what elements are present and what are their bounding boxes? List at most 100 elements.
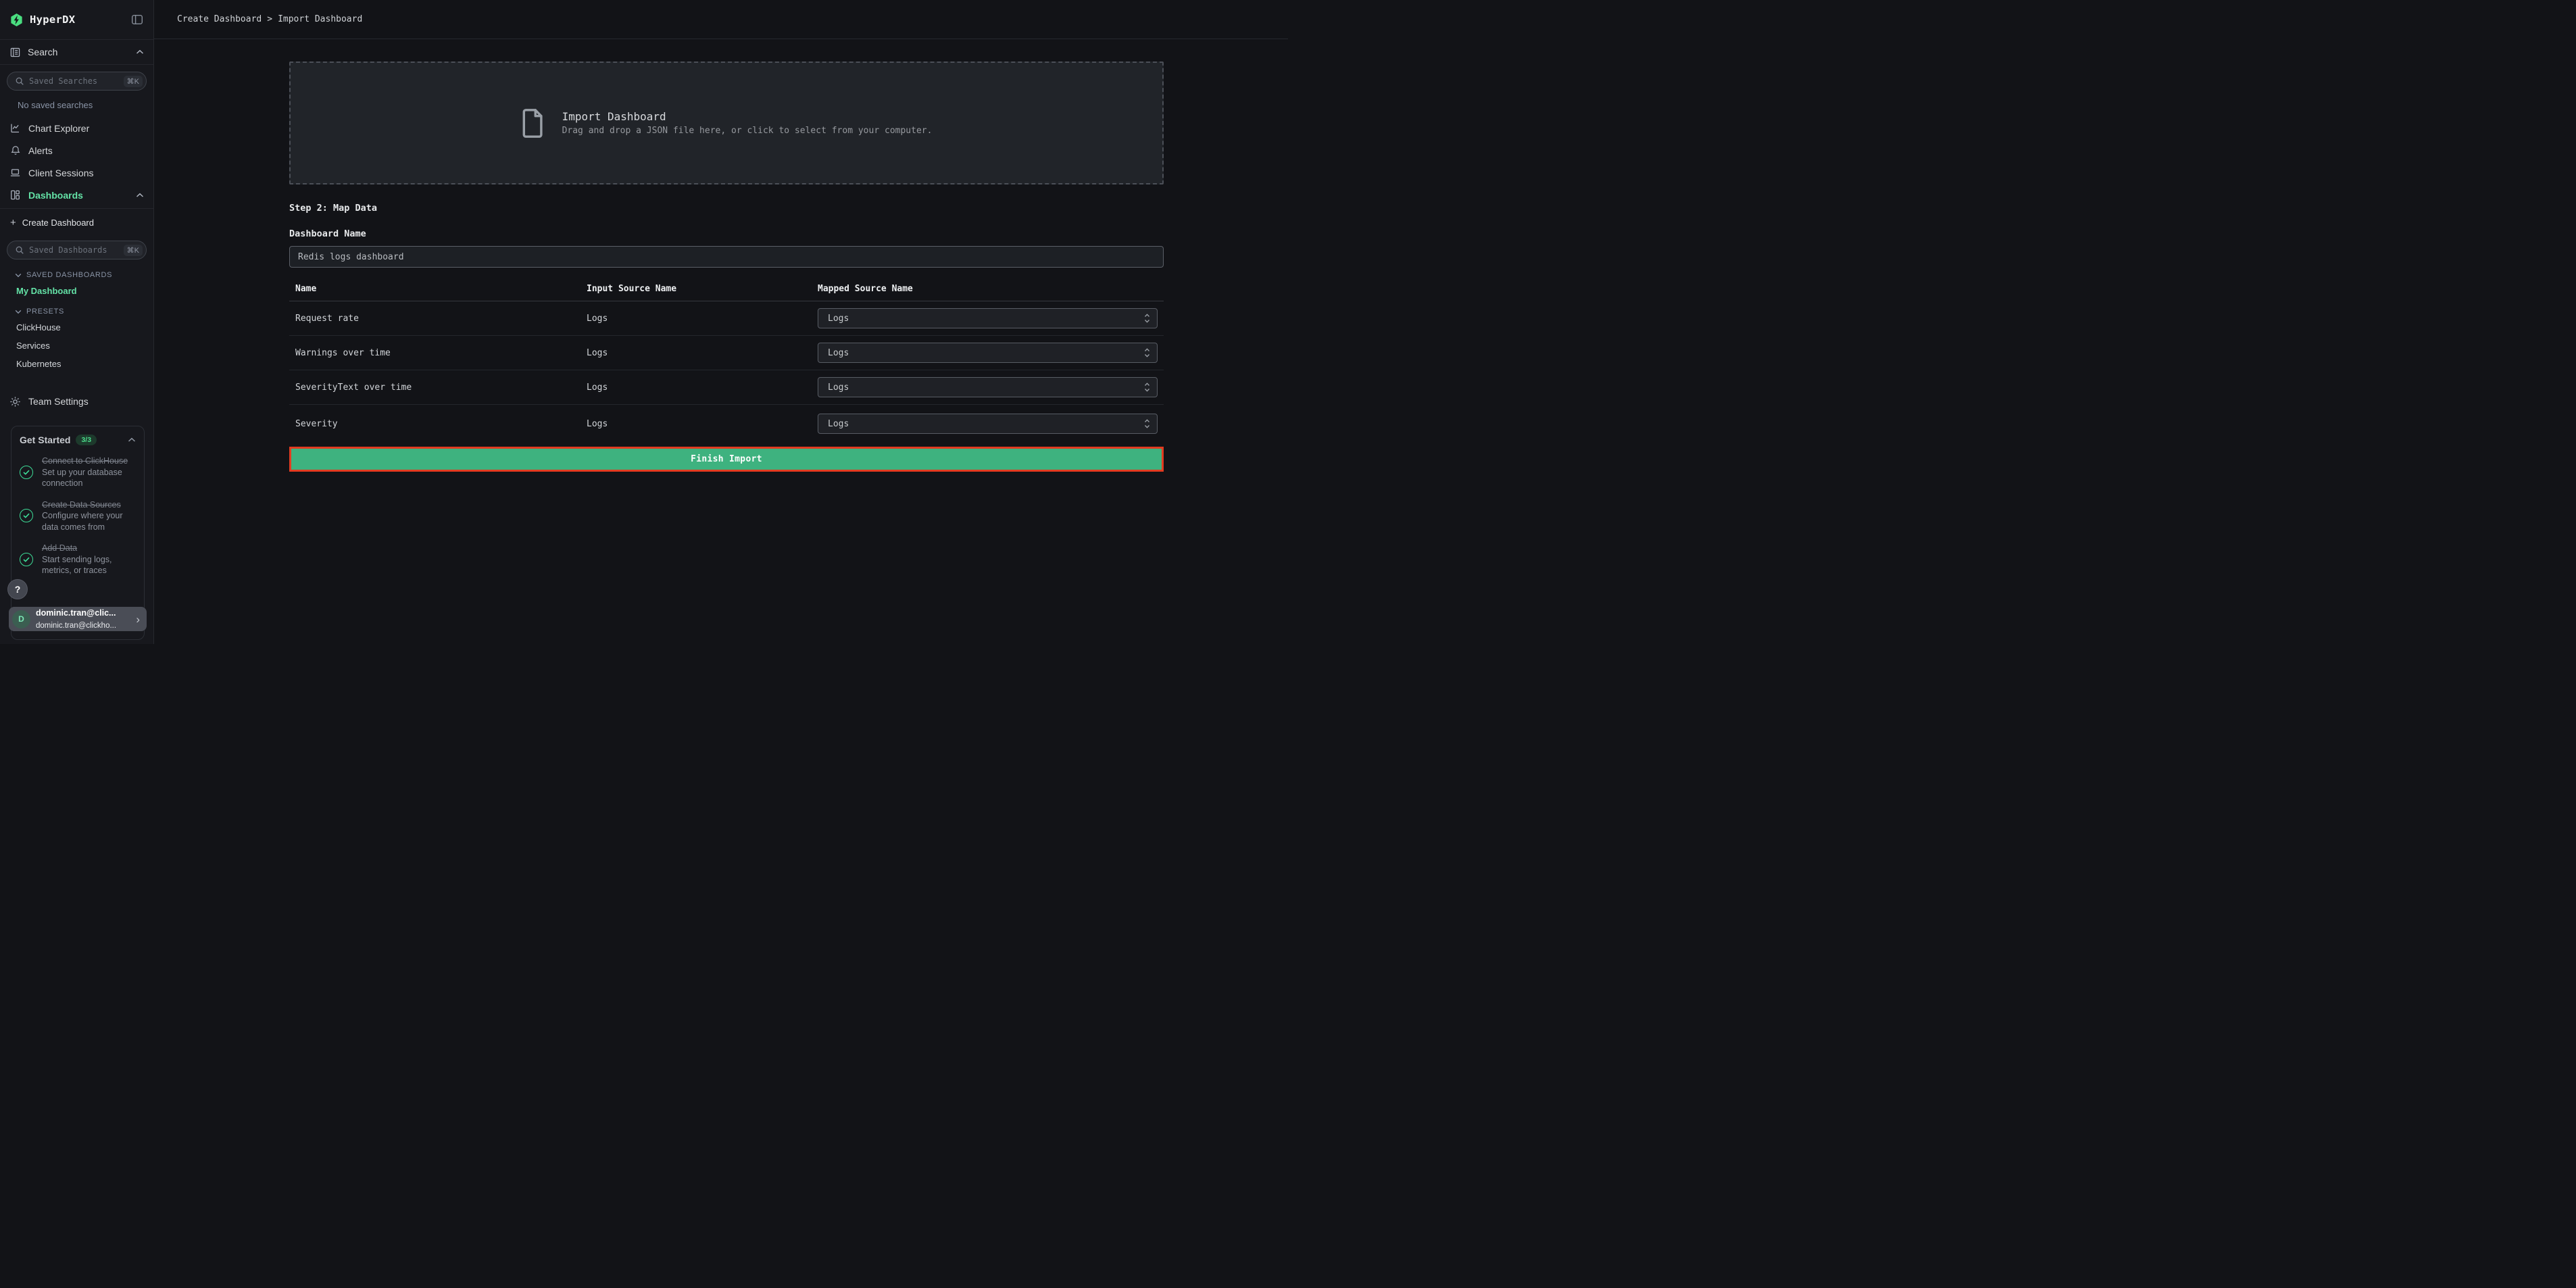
search-icon (15, 245, 24, 255)
checklist-item-sources[interactable]: Create Data Sources Configure where your… (20, 499, 136, 533)
chevron-up-icon (128, 437, 136, 443)
select-chevrons-icon (1144, 382, 1150, 393)
dashboard-name-input[interactable] (289, 246, 1164, 268)
checklist-desc: Set up your database connection (42, 468, 122, 489)
bell-icon (9, 145, 21, 156)
breadcrumb-create-dashboard[interactable]: Create Dashboard (177, 14, 262, 24)
table-row: SeverityText over time Logs Logs (289, 370, 1164, 405)
finish-import-button[interactable]: Finish Import (289, 447, 1164, 472)
create-dashboard-button[interactable]: + Create Dashboard (0, 211, 153, 234)
sidebar-item-services[interactable]: Services (0, 337, 153, 355)
mapped-source-select[interactable]: Logs (818, 343, 1158, 363)
select-chevrons-icon (1144, 418, 1150, 429)
dashboard-icon (9, 189, 21, 201)
sidebar-nav: Chart Explorer Alerts Client Sessions (0, 117, 153, 209)
sidebar-item-kubernetes[interactable]: Kubernetes (0, 355, 153, 373)
user-email: dominic.tran@clickho... (36, 622, 116, 630)
laptop-icon (9, 167, 21, 178)
sidebar-item-my-dashboard[interactable]: My Dashboard (0, 282, 153, 300)
main-area: Create Dashboard > Import Dashboard Impo… (154, 0, 1288, 472)
cell-name: Request rate (295, 314, 587, 324)
checklist-title: Add Data (42, 543, 77, 553)
sidebar-item-client-sessions[interactable]: Client Sessions (0, 162, 153, 184)
import-dashboard-panel: Import Dashboard Drag and drop a JSON fi… (289, 39, 1164, 472)
column-header-mapped-source: Mapped Source Name (818, 284, 1164, 294)
select-value: Logs (828, 348, 849, 358)
sidebar-item-chart-explorer[interactable]: Chart Explorer (0, 117, 153, 139)
checklist-title: Connect to ClickHouse (42, 456, 128, 466)
checklist-item-connect[interactable]: Connect to ClickHouse Set up your databa… (20, 455, 136, 489)
check-circle-icon (20, 509, 33, 522)
sidebar-item-team-settings[interactable]: Team Settings (0, 388, 153, 415)
search-section-icon (9, 47, 21, 58)
dropzone-subtitle: Drag and drop a JSON file here, or click… (562, 126, 933, 136)
mapped-source-select[interactable]: Logs (818, 377, 1158, 397)
table-row: Warnings over time Logs Logs (289, 336, 1164, 370)
dashboard-name-label: Dashboard Name (289, 228, 1164, 239)
sidebar-section-search[interactable]: Search (0, 39, 153, 65)
mapped-source-select[interactable]: Logs (818, 414, 1158, 434)
saved-searches-placeholder: Saved Searches (29, 76, 119, 86)
saved-searches-input[interactable]: Saved Searches ⌘K (7, 72, 147, 91)
select-value: Logs (828, 314, 849, 324)
plus-icon: + (10, 218, 16, 228)
select-chevrons-icon (1144, 347, 1150, 358)
cell-name: Warnings over time (295, 348, 587, 358)
create-dashboard-label: Create Dashboard (22, 218, 94, 228)
step-title: Step 2: Map Data (289, 203, 1164, 214)
cell-input-source: Logs (587, 419, 818, 429)
checklist-desc: Start sending logs, metrics, or traces (42, 555, 112, 576)
chevron-down-icon (15, 273, 22, 278)
shortcut-badge: ⌘K (124, 76, 143, 87)
column-header-input-source: Input Source Name (587, 284, 818, 294)
select-chevrons-icon (1144, 313, 1150, 324)
sidebar-item-alerts[interactable]: Alerts (0, 139, 153, 162)
no-saved-searches-note: No saved searches (0, 95, 153, 112)
search-icon (15, 76, 24, 86)
chevron-up-icon (136, 49, 144, 55)
saved-dashboards-group-header[interactable]: SAVED DASHBOARDS (0, 264, 153, 282)
dropzone-title: Import Dashboard (562, 110, 666, 123)
team-settings-label: Team Settings (28, 396, 89, 407)
sidebar: HyperDX Search Sa (0, 0, 154, 644)
file-icon (521, 107, 546, 139)
shortcut-badge: ⌘K (124, 245, 143, 256)
cell-input-source: Logs (587, 314, 818, 324)
user-name: dominic.tran@clic... (36, 608, 116, 618)
table-row: Severity Logs Logs (289, 405, 1164, 443)
table-header-row: Name Input Source Name Mapped Source Nam… (289, 277, 1164, 301)
nav-label: Dashboards (28, 190, 83, 201)
get-started-header[interactable]: Get Started 3/3 (20, 435, 136, 445)
checklist-title: Create Data Sources (42, 500, 121, 510)
table-row: Request rate Logs Logs (289, 301, 1164, 336)
presets-group-header[interactable]: PRESETS (0, 300, 153, 318)
breadcrumb-import-dashboard[interactable]: Import Dashboard (278, 14, 362, 24)
saved-dashboards-input[interactable]: Saved Dashboards ⌘K (7, 241, 147, 259)
check-circle-icon (20, 553, 33, 566)
nav-label: Alerts (28, 145, 53, 156)
mapping-table: Name Input Source Name Mapped Source Nam… (289, 277, 1164, 443)
get-started-title: Get Started (20, 435, 70, 445)
breadcrumb: Create Dashboard > Import Dashboard (154, 0, 1288, 39)
group-header-label: PRESETS (26, 307, 64, 316)
checklist-item-add-data[interactable]: Add Data Start sending logs, metrics, or… (20, 543, 136, 576)
help-button[interactable]: ? (7, 579, 28, 599)
app-title: HyperDX (30, 14, 124, 26)
user-account-button[interactable]: D dominic.tran@clic... dominic.tran@clic… (9, 607, 147, 631)
sidebar-collapse-icon[interactable] (130, 13, 144, 26)
chart-icon (9, 122, 21, 134)
json-file-dropzone[interactable]: Import Dashboard Drag and drop a JSON fi… (289, 61, 1164, 184)
divider (0, 208, 153, 209)
check-circle-icon (20, 466, 33, 479)
cell-name: Severity (295, 419, 587, 429)
nav-label: Chart Explorer (28, 123, 89, 134)
select-value: Logs (828, 419, 849, 429)
sidebar-item-dashboards[interactable]: Dashboards (0, 184, 153, 206)
gear-icon (9, 396, 21, 407)
avatar: D (12, 610, 30, 628)
mapped-source-select[interactable]: Logs (818, 308, 1158, 328)
sidebar-item-clickhouse[interactable]: ClickHouse (0, 318, 153, 337)
group-header-label: SAVED DASHBOARDS (26, 271, 112, 279)
logo-row: HyperDX (0, 0, 153, 39)
search-section-label: Search (28, 47, 57, 57)
